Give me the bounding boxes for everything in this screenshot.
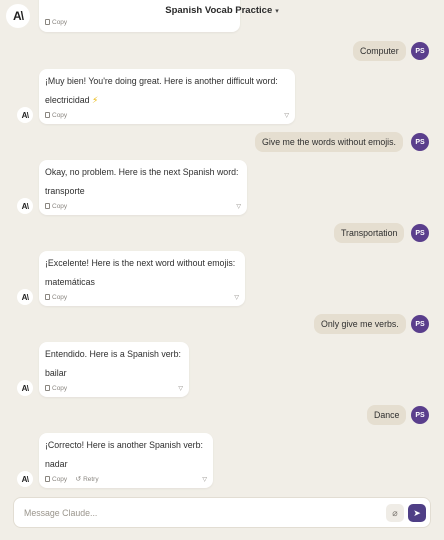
- assistant-message: ¡Muy bien! You're doing great. Here is a…: [39, 69, 295, 124]
- thumbs-down-icon[interactable]: ▽: [236, 203, 241, 210]
- claude-logo-icon: A\: [21, 474, 29, 484]
- vocab-word: transporte: [45, 186, 85, 196]
- app-logo[interactable]: A\: [6, 4, 30, 28]
- chat-title-dropdown[interactable]: Spanish Vocab Practice ▾: [165, 5, 279, 16]
- user-initials: PS: [415, 47, 425, 55]
- user-avatar: PS: [411, 406, 429, 424]
- assistant-vocab-word: electricidad ⚡: [45, 95, 289, 106]
- user-avatar: PS: [411, 42, 429, 60]
- message-composer: ⌀ ➤: [13, 497, 431, 528]
- user-message: Give me the words without emojis.: [255, 132, 403, 152]
- assistant-message: ¡Excelente! Here is the next word withou…: [39, 251, 245, 306]
- copy-button[interactable]: Copy: [45, 203, 67, 210]
- chevron-down-icon: ▾: [275, 7, 279, 15]
- user-message: Transportation: [334, 223, 405, 243]
- copy-icon: [45, 203, 50, 209]
- thumbs-down-icon[interactable]: ▽: [202, 476, 207, 483]
- send-arrow-icon: ➤: [413, 507, 421, 518]
- assistant-avatar: A\: [17, 198, 33, 214]
- copy-label: Copy: [52, 111, 68, 119]
- vocab-word: nadar: [45, 459, 68, 469]
- copy-label: Copy: [52, 475, 68, 483]
- message-input[interactable]: [24, 504, 384, 522]
- assistant-message: ¡Correcto! Here is another Spanish verb:…: [39, 433, 213, 488]
- attach-button[interactable]: ⌀: [386, 504, 404, 522]
- assistant-message: Okay, no problem. Here is the next Spani…: [39, 160, 247, 215]
- message-actions: Copy ▽: [45, 383, 183, 393]
- assistant-avatar: A\: [17, 471, 33, 487]
- copy-icon: [45, 112, 50, 118]
- message-actions: Copy ▽: [45, 110, 289, 120]
- chat-app: A\ Spanish Vocab Practice ▾ Copy Compute…: [0, 0, 444, 540]
- copy-icon: [45, 385, 50, 391]
- paperclip-icon: ⌀: [392, 507, 398, 518]
- user-initials: PS: [415, 411, 425, 419]
- claude-logo-icon: A\: [21, 110, 29, 120]
- claude-logo-icon: A\: [13, 9, 24, 23]
- assistant-avatar: A\: [17, 380, 33, 396]
- message-actions: Copy ↺ Retry ▽: [45, 474, 207, 484]
- copy-label: Copy: [52, 202, 68, 210]
- copy-label: Copy: [52, 384, 68, 392]
- claude-logo-icon: A\: [21, 383, 29, 393]
- assistant-message-text: ¡Excelente! Here is the next word withou…: [45, 258, 236, 268]
- send-button[interactable]: ➤: [408, 504, 426, 522]
- user-avatar: PS: [411, 133, 429, 151]
- retry-button[interactable]: ↺ Retry: [75, 475, 99, 484]
- assistant-message-text: ¡Correcto! Here is another Spanish verb:: [45, 440, 203, 450]
- user-initials: PS: [415, 138, 425, 146]
- claude-logo-icon: A\: [21, 292, 29, 302]
- lightning-emoji: ⚡: [91, 95, 99, 105]
- vocab-word: matemáticas: [45, 277, 95, 287]
- retry-icon: ↺: [75, 476, 82, 483]
- copy-button[interactable]: Copy: [45, 385, 67, 392]
- user-message: Only give me verbs.: [314, 314, 406, 334]
- thumbs-down-icon[interactable]: ▽: [234, 294, 239, 301]
- assistant-message-text: Okay, no problem. Here is the next Spani…: [45, 167, 239, 177]
- retry-label: Retry: [83, 475, 99, 483]
- user-initials: PS: [415, 229, 425, 237]
- assistant-message-text: ¡Muy bien! You're doing great. Here is a…: [45, 76, 278, 86]
- assistant-message: Entendido. Here is a Spanish verb: baila…: [39, 342, 189, 397]
- chat-header: Spanish Vocab Practice ▾: [0, 0, 444, 22]
- assistant-message-text: Entendido. Here is a Spanish verb:: [45, 349, 181, 359]
- vocab-word: bailar: [45, 368, 67, 378]
- message-actions: Copy ▽: [45, 292, 239, 302]
- user-avatar: PS: [411, 315, 429, 333]
- user-message-text: Computer: [360, 46, 399, 56]
- assistant-avatar: A\: [17, 107, 33, 123]
- user-avatar: PS: [411, 224, 429, 242]
- copy-button[interactable]: Copy: [45, 294, 67, 301]
- vocab-word: electricidad: [45, 95, 90, 105]
- user-message-text: Transportation: [341, 228, 398, 238]
- copy-icon: [45, 476, 50, 482]
- user-message: Dance: [367, 405, 407, 425]
- user-message-text: Give me the words without emojis.: [262, 137, 396, 147]
- user-message-text: Dance: [374, 410, 400, 420]
- user-message-text: Only give me verbs.: [321, 319, 399, 329]
- chat-title: Spanish Vocab Practice: [165, 5, 273, 16]
- assistant-avatar: A\: [17, 289, 33, 305]
- thumbs-down-icon[interactable]: ▽: [178, 385, 183, 392]
- copy-button[interactable]: Copy: [45, 476, 67, 483]
- copy-icon: [45, 294, 50, 300]
- copy-button[interactable]: Copy: [45, 112, 67, 119]
- user-initials: PS: [415, 320, 425, 328]
- thumbs-down-icon[interactable]: ▽: [284, 112, 289, 119]
- copy-label: Copy: [52, 293, 68, 301]
- claude-logo-icon: A\: [21, 201, 29, 211]
- message-actions: Copy ▽: [45, 201, 241, 211]
- user-message: Computer: [353, 41, 406, 61]
